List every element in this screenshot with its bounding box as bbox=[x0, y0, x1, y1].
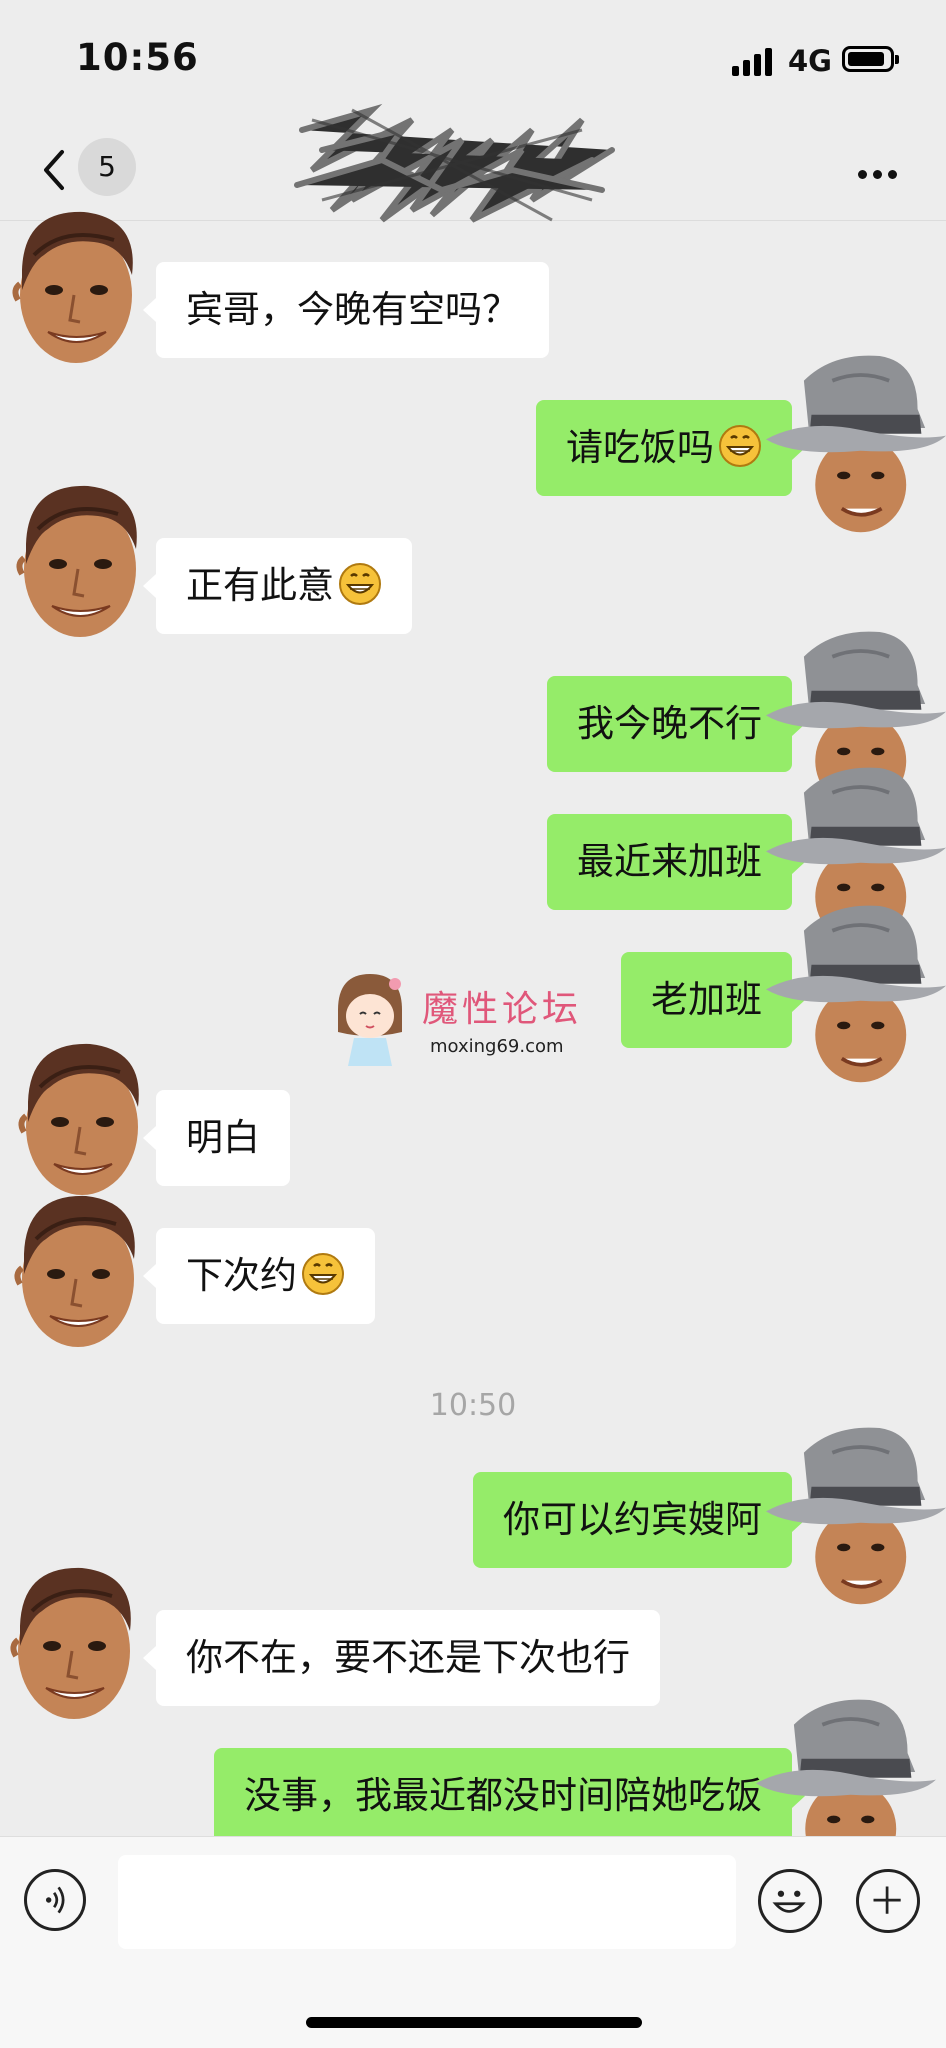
contact-avatar[interactable] bbox=[6, 1184, 156, 1354]
outgoing-message[interactable]: 没事，我最近都没时间陪她吃饭 bbox=[214, 1748, 805, 1844]
emoji-icon[interactable] bbox=[758, 1869, 822, 1933]
watermark-title: 魔性论坛 bbox=[422, 989, 583, 1030]
message-input[interactable] bbox=[118, 1855, 736, 1949]
message-text: 你可以约宾嫂阿 bbox=[503, 1498, 762, 1541]
self-avatar[interactable] bbox=[766, 902, 946, 1092]
grinning-face-icon bbox=[301, 1252, 345, 1296]
message-text: 最近来加班 bbox=[577, 840, 762, 883]
network-type: 4G bbox=[788, 44, 832, 78]
message-text: 老加班 bbox=[651, 978, 762, 1021]
message-text: 我今晚不行 bbox=[577, 702, 762, 745]
self-avatar[interactable] bbox=[766, 1424, 946, 1614]
incoming-message[interactable]: 下次约 bbox=[143, 1228, 375, 1324]
grinning-face-icon bbox=[718, 424, 762, 468]
redacted-title-scribble bbox=[294, 103, 615, 223]
chevron-left-icon[interactable] bbox=[38, 146, 72, 194]
battery-icon bbox=[842, 46, 899, 72]
girl-mascot-icon bbox=[338, 974, 402, 1066]
message-text: 你不在，要不还是下次也行 bbox=[186, 1636, 630, 1679]
incoming-message[interactable]: 你不在，要不还是下次也行 bbox=[143, 1610, 660, 1706]
message-text: 明白 bbox=[186, 1116, 260, 1159]
contact-avatar[interactable] bbox=[8, 474, 158, 644]
self-avatar[interactable] bbox=[766, 352, 946, 542]
outgoing-message[interactable]: 请吃饭吗 bbox=[536, 400, 805, 496]
outgoing-message[interactable]: 你可以约宾嫂阿 bbox=[473, 1472, 805, 1568]
home-indicator bbox=[306, 2017, 642, 2028]
plus-icon[interactable] bbox=[856, 1869, 920, 1933]
message-text: 正有此意 bbox=[186, 564, 334, 607]
incoming-message[interactable]: 明白 bbox=[143, 1090, 290, 1186]
input-bar bbox=[0, 1836, 946, 2048]
message-text: 没事，我最近都没时间陪她吃饭 bbox=[244, 1774, 762, 1817]
signal-icon bbox=[732, 46, 776, 76]
more-dots-icon[interactable] bbox=[858, 164, 903, 183]
grinning-face-icon bbox=[338, 562, 382, 606]
incoming-message[interactable]: 正有此意 bbox=[143, 538, 412, 634]
contact-avatar[interactable] bbox=[2, 1556, 152, 1726]
unread-badge[interactable]: 5 bbox=[78, 138, 136, 196]
watermark: 魔性论坛 moxing69.com bbox=[330, 968, 600, 1078]
message-timestamp: 10:50 bbox=[429, 1388, 517, 1423]
incoming-message[interactable]: 宾哥，今晚有空吗？ bbox=[143, 262, 549, 358]
outgoing-message[interactable]: 我今晚不行 bbox=[547, 676, 805, 772]
watermark-url: moxing69.com bbox=[430, 1036, 564, 1057]
contact-avatar[interactable] bbox=[4, 200, 154, 370]
voice-icon[interactable] bbox=[24, 1869, 86, 1931]
status-time: 10:56 bbox=[76, 36, 199, 79]
contact-avatar[interactable] bbox=[10, 1032, 160, 1202]
message-text: 宾哥，今晚有空吗？ bbox=[186, 288, 519, 331]
message-text: 请吃饭吗 bbox=[566, 426, 714, 469]
message-text: 下次约 bbox=[186, 1254, 297, 1297]
outgoing-message[interactable]: 最近来加班 bbox=[547, 814, 805, 910]
